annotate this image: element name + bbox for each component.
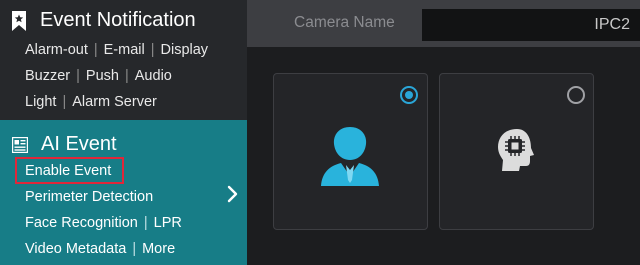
separator: | <box>150 42 155 58</box>
separator: | <box>143 215 148 231</box>
camera-name-bar: Camera Name IPC2 <box>247 0 640 47</box>
link-buzzer[interactable]: Buzzer <box>25 68 70 84</box>
link-email[interactable]: E-mail <box>104 42 145 58</box>
notification-row-1: Alarm-out | E-mail | Display <box>25 42 208 58</box>
ai-head-card[interactable] <box>439 73 594 230</box>
enable-event-highlight <box>15 157 124 184</box>
separator: | <box>62 94 67 110</box>
main-panel: Camera Name IPC2 <box>247 0 640 265</box>
chevron-right-icon[interactable] <box>224 184 242 204</box>
bookmark-star-icon <box>12 10 26 31</box>
camera-name-label: Camera Name <box>294 14 395 31</box>
link-lpr[interactable]: LPR <box>154 215 182 231</box>
link-perimeter-detection[interactable]: Perimeter Detection <box>25 189 153 205</box>
perimeter-row: Perimeter Detection <box>25 189 153 205</box>
ai-event-title: AI Event <box>41 133 117 155</box>
metadata-more-row: Video Metadata | More <box>25 241 175 257</box>
link-audio[interactable]: Audio <box>135 68 172 84</box>
link-alarm-server[interactable]: Alarm Server <box>72 94 157 110</box>
notification-row-3: Light | Alarm Server <box>25 94 157 110</box>
separator: | <box>76 68 80 84</box>
event-notification-header: Event Notification <box>12 9 196 32</box>
notification-row-2: Buzzer | Push | Audio <box>25 68 172 84</box>
separator: | <box>124 68 129 84</box>
separator: | <box>132 241 137 257</box>
link-push[interactable]: Push <box>86 68 119 84</box>
face-lpr-row: Face Recognition | LPR <box>25 215 182 231</box>
person-icon <box>319 124 381 186</box>
ai-event-header: AI Event <box>11 133 117 156</box>
link-face-recognition[interactable]: Face Recognition <box>25 215 138 231</box>
face-detection-card[interactable] <box>273 73 428 230</box>
event-notification-title: Event Notification <box>40 9 196 31</box>
ai-head-icon <box>495 127 541 173</box>
camera-name-select[interactable]: IPC2 <box>422 9 640 41</box>
radio-button-selected[interactable] <box>400 86 418 104</box>
ai-event-icon <box>11 136 29 153</box>
link-video-metadata[interactable]: Video Metadata <box>25 241 126 257</box>
sidebar: Event Notification Alarm-out | E-mail | … <box>0 0 247 265</box>
separator: | <box>93 42 98 58</box>
link-light[interactable]: Light <box>25 94 56 110</box>
radio-button-unselected[interactable] <box>567 86 585 104</box>
camera-name-value: IPC2 <box>594 16 630 33</box>
link-more[interactable]: More <box>142 241 175 257</box>
link-display[interactable]: Display <box>161 42 209 58</box>
link-alarm-out[interactable]: Alarm-out <box>25 42 88 58</box>
